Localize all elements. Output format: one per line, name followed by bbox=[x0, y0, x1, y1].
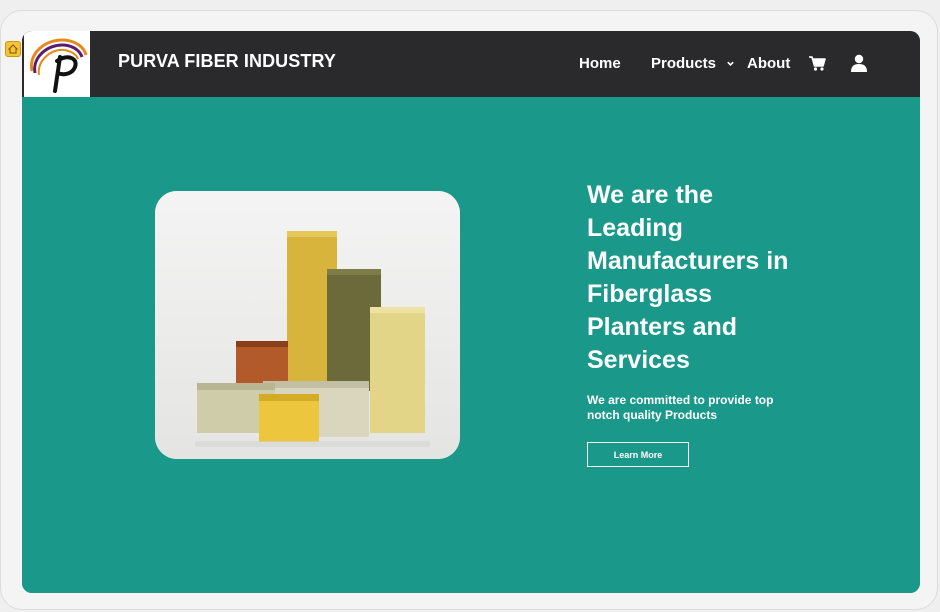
hero-section: We are the Leading Manufacturers in Fibe… bbox=[22, 97, 920, 593]
nav-products-label: Products bbox=[651, 55, 717, 72]
web-page: PURVA FIBER INDUSTRY Home Products About bbox=[22, 31, 920, 593]
chevron-down-icon bbox=[727, 61, 734, 66]
logo-mark-icon bbox=[29, 38, 88, 93]
logo[interactable] bbox=[24, 31, 90, 97]
planters-image bbox=[155, 191, 460, 459]
cart-icon[interactable] bbox=[808, 55, 826, 76]
user-icon[interactable] bbox=[850, 54, 868, 77]
nav-about[interactable]: About bbox=[747, 55, 790, 72]
hero-subtitle: We are committed to provide top notch qu… bbox=[587, 393, 774, 422]
nav-products[interactable]: Products bbox=[651, 55, 735, 72]
nav-home[interactable]: Home bbox=[579, 55, 621, 72]
home-marker-icon[interactable] bbox=[5, 41, 21, 57]
brand-name[interactable]: PURVA FIBER INDUSTRY bbox=[118, 51, 336, 72]
hero-title: We are the Leading Manufacturers in Fibe… bbox=[587, 181, 789, 374]
learn-more-button[interactable]: Learn More bbox=[587, 442, 689, 467]
navbar: PURVA FIBER INDUSTRY Home Products About bbox=[22, 31, 920, 97]
